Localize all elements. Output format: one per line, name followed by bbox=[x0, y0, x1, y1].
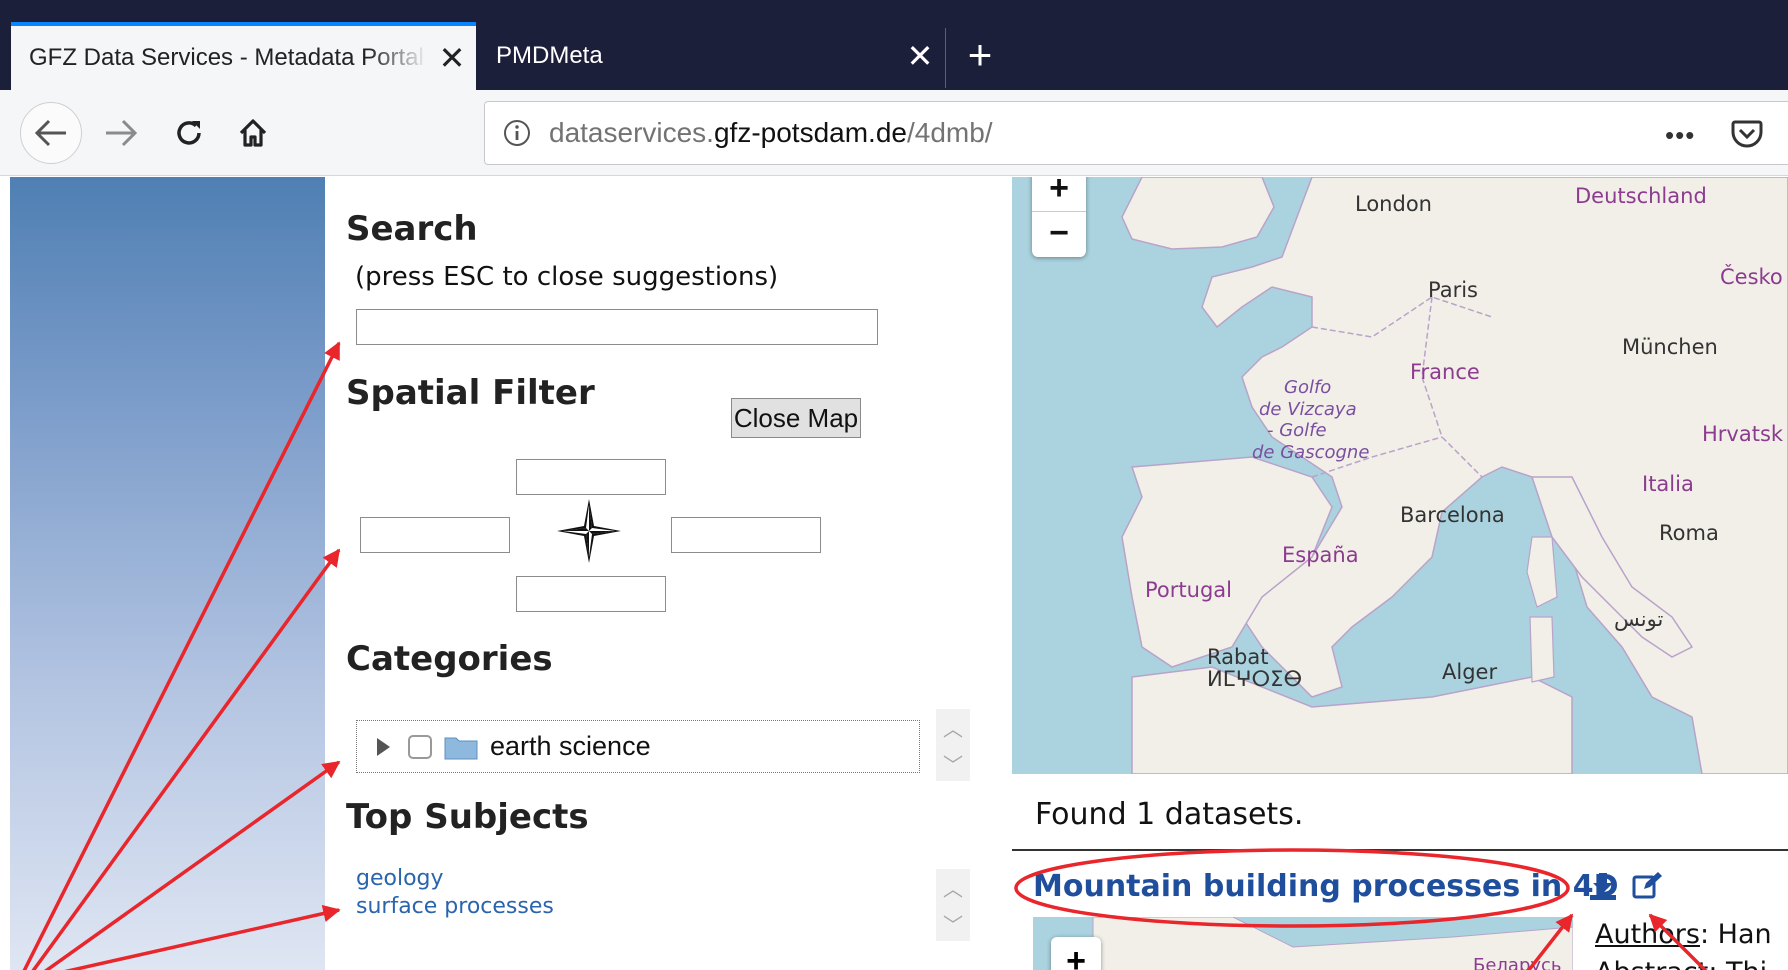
map-label-hrvatska: Hrvatsk bbox=[1702, 422, 1784, 446]
filter-panel: Search (press ESC to close suggestions) … bbox=[325, 177, 1010, 970]
edit-icon[interactable] bbox=[1632, 871, 1664, 901]
east-input[interactable] bbox=[671, 517, 821, 553]
south-input[interactable] bbox=[516, 576, 666, 612]
map-label-tunis: تونس bbox=[1614, 607, 1664, 631]
category-tree: earth science bbox=[356, 720, 920, 773]
url-domain: gfz-potsdam.de bbox=[713, 117, 907, 148]
new-tab-button[interactable]: + bbox=[955, 30, 1005, 80]
map-label-espana: España bbox=[1282, 543, 1359, 567]
scroll-down-icon[interactable]: ﹀ bbox=[943, 909, 963, 938]
url-prefix: dataservices. bbox=[549, 117, 714, 148]
url-text[interactable]: dataservices.gfz-potsdam.de/4dmb/ bbox=[549, 117, 993, 149]
tab-pmdmeta[interactable]: PMDMeta ✕ bbox=[478, 22, 944, 90]
back-arrow-icon bbox=[34, 119, 66, 147]
forward-button[interactable] bbox=[90, 102, 152, 164]
folder-icon bbox=[444, 737, 478, 759]
map-label-london: London bbox=[1355, 192, 1432, 216]
forward-arrow-icon bbox=[106, 119, 138, 147]
map-label-amazigh: ⵍⵎⵖⵔⵉⴱ bbox=[1207, 667, 1303, 691]
compass-icon bbox=[557, 499, 621, 563]
reload-icon bbox=[177, 121, 201, 145]
west-input[interactable] bbox=[360, 517, 510, 553]
categories-scroll[interactable]: ︿ ﹀ bbox=[936, 709, 970, 781]
reload-button[interactable] bbox=[158, 102, 220, 164]
results-count: Found 1 datasets. bbox=[1035, 797, 1304, 832]
dataset-mini-map[interactable]: + Беларусь bbox=[1033, 917, 1573, 970]
authors-value: : Han bbox=[1699, 919, 1772, 950]
map-label-golfo: Golfo bbox=[1284, 377, 1332, 398]
address-bar[interactable]: dataservices.gfz-potsdam.de/4dmb/ ••• bbox=[484, 101, 1788, 165]
left-decoration bbox=[10, 177, 325, 970]
map-label-portugal: Portugal bbox=[1145, 578, 1232, 602]
map-label-italia: Italia bbox=[1642, 472, 1694, 496]
zoom-in-button[interactable]: + bbox=[1032, 177, 1086, 212]
map-label-alger: Alger bbox=[1442, 660, 1498, 684]
map-label-france: France bbox=[1410, 360, 1480, 384]
back-button[interactable] bbox=[20, 102, 82, 164]
home-icon bbox=[239, 119, 267, 147]
site-info-icon[interactable] bbox=[485, 119, 549, 147]
map-label-gascogne: de Gascogne bbox=[1252, 442, 1370, 463]
close-tab-icon[interactable]: ✕ bbox=[896, 40, 944, 72]
map-label-paris: Paris bbox=[1428, 278, 1478, 302]
zoom-out-button[interactable]: − bbox=[1032, 212, 1086, 257]
dataset-abstract: Abstract: Thi bbox=[1595, 957, 1767, 970]
top-subjects-heading: Top Subjects bbox=[346, 797, 589, 837]
map-label-deutschland: Deutschland bbox=[1575, 184, 1707, 208]
home-button[interactable] bbox=[222, 102, 284, 164]
authors-label: Authors bbox=[1595, 919, 1700, 950]
map-label-golfe: - Golfe bbox=[1267, 420, 1327, 441]
map-label-cesko: Česko bbox=[1720, 265, 1783, 289]
close-map-button[interactable]: Close Map bbox=[731, 398, 861, 438]
mini-map-zoom-in-button[interactable]: + bbox=[1051, 937, 1101, 970]
subject-link[interactable]: geology bbox=[356, 866, 444, 891]
page-actions-icon[interactable]: ••• bbox=[1665, 120, 1695, 151]
download-icon[interactable] bbox=[1588, 871, 1618, 901]
map-label-vizcaya: de Vizcaya bbox=[1259, 399, 1357, 420]
tab-bar: GFZ Data Services - Metadata Portal ✕ PM… bbox=[0, 0, 1788, 90]
map-zoom-control[interactable]: + − bbox=[1032, 177, 1086, 257]
tab-metadata-portal[interactable]: GFZ Data Services - Metadata Portal ✕ bbox=[11, 22, 476, 90]
scroll-down-icon[interactable]: ﹀ bbox=[943, 749, 963, 778]
search-heading: Search bbox=[346, 209, 478, 249]
pocket-icon[interactable] bbox=[1730, 116, 1764, 155]
dataset-title-link[interactable]: Mountain building processes in 4D bbox=[1033, 869, 1619, 904]
spatial-filter-heading: Spatial Filter bbox=[346, 373, 595, 413]
search-input[interactable] bbox=[356, 309, 878, 345]
scroll-up-icon[interactable]: ︿ bbox=[943, 713, 963, 742]
subjects-scroll[interactable]: ︿ ﹀ bbox=[936, 869, 970, 941]
category-label[interactable]: earth science bbox=[490, 731, 651, 762]
tab-separator bbox=[945, 28, 946, 88]
results-divider bbox=[1012, 849, 1788, 851]
north-input[interactable] bbox=[516, 459, 666, 495]
dataset-authors: Authors: Han bbox=[1595, 919, 1772, 950]
tab-title: PMDMeta bbox=[496, 42, 603, 69]
page-content: Search (press ESC to close suggestions) … bbox=[0, 177, 1788, 970]
subject-link[interactable]: surface processes bbox=[356, 894, 554, 919]
map-label-munchen: München bbox=[1622, 335, 1718, 359]
map-label-roma: Roma bbox=[1659, 521, 1719, 545]
close-tab-icon[interactable]: ✕ bbox=[428, 42, 476, 74]
navigation-bar: dataservices.gfz-potsdam.de/4dmb/ ••• bbox=[0, 90, 1788, 176]
map-label-barcelona: Barcelona bbox=[1400, 503, 1505, 527]
search-hint: (press ESC to close suggestions) bbox=[355, 262, 779, 292]
category-checkbox[interactable] bbox=[408, 734, 432, 759]
expand-arrow-icon[interactable] bbox=[377, 737, 390, 756]
map-label-rabat: Rabat bbox=[1207, 645, 1269, 669]
scroll-up-icon[interactable]: ︿ bbox=[943, 873, 963, 902]
tab-title: GFZ Data Services - Metadata Portal bbox=[29, 44, 424, 71]
spatial-map[interactable]: + − London Deutschland Česko Paris Münch… bbox=[1012, 177, 1788, 774]
url-path: /4dmb/ bbox=[906, 117, 993, 148]
categories-heading: Categories bbox=[346, 639, 553, 679]
mini-map-label: Беларусь bbox=[1473, 955, 1562, 970]
